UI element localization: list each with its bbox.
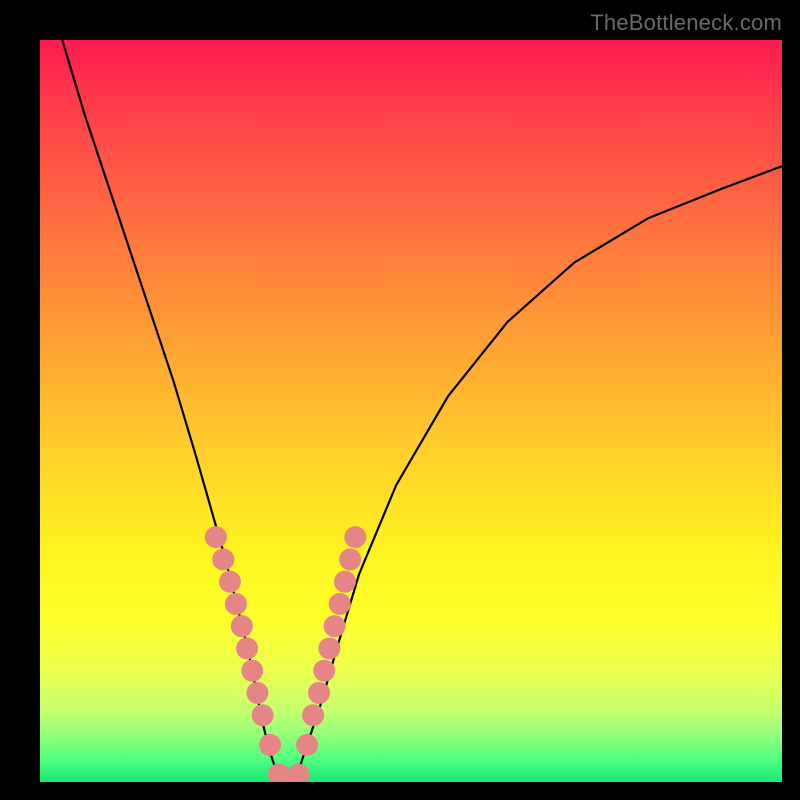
marker-point: [231, 615, 253, 637]
marker-point: [318, 637, 340, 659]
marker-point: [205, 526, 227, 548]
watermark-text: TheBottleneck.com: [590, 10, 782, 36]
marker-point: [246, 682, 268, 704]
marker-point: [252, 704, 274, 726]
marker-point: [302, 704, 324, 726]
marker-point: [241, 660, 263, 682]
highlight-markers: [205, 526, 367, 782]
bottleneck-curve: [62, 40, 782, 782]
plot-area: [40, 40, 782, 782]
marker-point: [334, 571, 356, 593]
marker-point: [259, 734, 281, 756]
marker-point: [324, 615, 346, 637]
marker-point: [313, 660, 335, 682]
marker-point: [296, 734, 318, 756]
marker-point: [339, 548, 361, 570]
marker-point: [225, 593, 247, 615]
marker-point: [308, 682, 330, 704]
chart-frame: TheBottleneck.com: [0, 0, 800, 800]
marker-point: [344, 526, 366, 548]
curve-svg: [40, 40, 782, 782]
marker-point: [287, 764, 309, 782]
marker-point: [219, 571, 241, 593]
marker-point: [212, 548, 234, 570]
marker-point: [236, 637, 258, 659]
marker-point: [329, 593, 351, 615]
